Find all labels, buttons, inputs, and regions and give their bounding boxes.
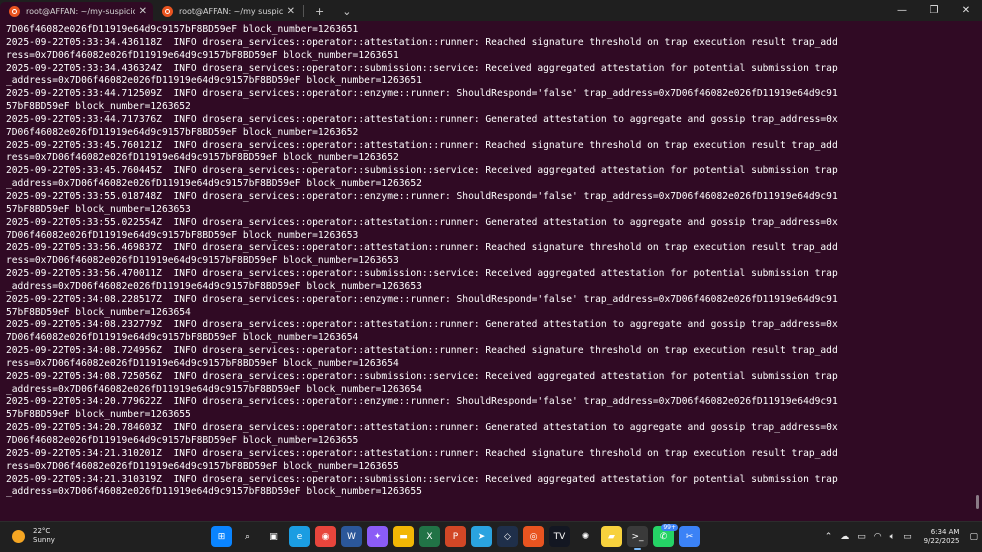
terminal-output[interactable]: 7D06f46082e026fD11919e64d9c9157bF8BD59eF… — [6, 24, 970, 520]
terminal-line: 2025-09-22T05:34:20.784603Z INFO drosera… — [6, 422, 838, 434]
excel-icon[interactable]: X — [419, 526, 440, 547]
terminal-line: _address=0x7D06f46082e026fD11919e64d9c91… — [6, 178, 422, 190]
terminal-line: 2025-09-22T05:33:34.436118Z INFO drosera… — [6, 36, 838, 48]
terminal-line: 2025-09-22T05:33:44.712509Z INFO drosera… — [6, 88, 838, 100]
terminal-line: _address=0x7D06f46082e026fD11919e64d9c91… — [6, 75, 422, 87]
start-icon[interactable]: ⊞ — [211, 526, 232, 547]
edge-icon[interactable]: e — [289, 526, 310, 547]
ubuntu-icon — [9, 6, 20, 17]
ubuntu-icon — [162, 6, 173, 17]
file-explorer-icon[interactable]: ▬ — [393, 526, 414, 547]
terminal-line: 2025-09-22T05:34:08.228517Z INFO drosera… — [6, 293, 838, 305]
system-tray: ⌃ ☁ ▭ ◠ 🔈︎ ▭ 6:34 AM 9/22/2025 ▢ — [821, 522, 982, 552]
tradingview-icon[interactable]: TV — [549, 526, 570, 547]
terminal-line: 2025-09-22T05:33:45.760121Z INFO drosera… — [6, 139, 838, 151]
chrome-icon[interactable]: ◉ — [315, 526, 336, 547]
terminal-line: _address=0x7D06f46082e026fD11919e64d9c91… — [6, 383, 422, 395]
terminal-line: ress=0x7D06f46082e026fD11919e64d9c9157bF… — [6, 460, 399, 472]
terminal-line: _address=0x7D06f46082e026fD11919e64d9c91… — [6, 486, 422, 498]
terminal-line: 7D06f46082e026fD11919e64d9c9157bF8BD59eF… — [6, 126, 359, 138]
tab-close-icon[interactable]: ✕ — [287, 6, 295, 17]
tab-title: root@AFFAN: ~/my suspiciou — [179, 7, 283, 16]
taskbar: 22°C Sunny ⊞ ⌕ ▣ e ◉ W ✦ ▬ X P ➤ ◇ ◎ TV ✺ ▰ >_ ✆ 99+ ✂ ⌃ ☁ … — [0, 521, 982, 552]
notifications-icon[interactable]: ▢ — [969, 532, 978, 542]
clock-date: 9/22/2025 — [923, 537, 960, 545]
clock[interactable]: 6:34 AM 9/22/2025 — [924, 528, 960, 546]
terminal-line: 57bF8BD59eF block_number=1263654 — [6, 306, 191, 318]
terminal-line: ress=0x7D06f46082e026fD11919e64d9c9157bF… — [6, 152, 399, 164]
tab-divider — [303, 5, 304, 17]
terminal-line: 2025-09-22T05:34:21.310319Z INFO drosera… — [6, 473, 838, 485]
tray-overflow-icon[interactable]: ⌃ — [825, 532, 833, 542]
terminal-line: 2025-09-22T05:33:45.760445Z INFO drosera… — [6, 165, 838, 177]
terminal-line: 57bF8BD59eF block_number=1263655 — [6, 409, 191, 421]
terminal-line: ress=0x7D06f46082e026fD11919e64d9c9157bF… — [6, 357, 399, 369]
snipping-tool-icon[interactable]: ✂ — [679, 526, 700, 547]
vscode-icon[interactable]: ◇ — [497, 526, 518, 547]
terminal-line: 7D06f46082e026fD11919e64d9c9157bF8BD59eF… — [6, 24, 359, 35]
weather-temperature: 22°C — [33, 527, 51, 535]
search-icon[interactable]: ⌕ — [237, 526, 258, 547]
terminal-line: 2025-09-22T05:33:34.436324Z INFO drosera… — [6, 62, 838, 74]
sticky-notes-icon[interactable]: ▰ — [601, 526, 622, 547]
tab-title: root@AFFAN: ~/my-suspiciou — [26, 7, 135, 16]
tab-close-icon[interactable]: ✕ — [139, 6, 147, 17]
maximize-button[interactable]: ❐ — [918, 0, 950, 21]
new-tab-button[interactable]: + — [306, 2, 333, 21]
powerpoint-icon[interactable]: P — [445, 526, 466, 547]
task-view-icon[interactable]: ▣ — [263, 526, 284, 547]
taskbar-apps: ⊞ ⌕ ▣ e ◉ W ✦ ▬ X P ➤ ◇ ◎ TV ✺ ▰ >_ ✆ 99+ ✂ — [211, 524, 700, 550]
terminal-line: _address=0x7D06f46082e026fD11919e64d9c91… — [6, 280, 422, 292]
telegram-icon[interactable]: ➤ — [471, 526, 492, 547]
cloud-icon[interactable]: ☁ — [840, 532, 849, 542]
terminal-line: 2025-09-22T05:33:56.469837Z INFO drosera… — [6, 242, 838, 254]
tab-terminal-1[interactable]: root@AFFAN: ~/my-suspiciou ✕ — [0, 2, 153, 21]
minimize-button[interactable]: — — [886, 0, 918, 21]
terminal-line: 2025-09-22T05:33:44.717376Z INFO drosera… — [6, 113, 838, 125]
terminal-line: 2025-09-22T05:33:56.470011Z INFO drosera… — [6, 268, 838, 280]
terminal-line: 2025-09-22T05:33:55.018748Z INFO drosera… — [6, 190, 838, 202]
tab-dropdown-button[interactable]: ⌄ — [333, 2, 360, 21]
terminal-line: 2025-09-22T05:34:08.724956Z INFO drosera… — [6, 345, 838, 357]
copilot-icon[interactable]: ✦ — [367, 526, 388, 547]
terminal-line: 2025-09-22T05:33:55.022554Z INFO drosera… — [6, 216, 838, 228]
weather-condition: Sunny — [33, 536, 55, 544]
word-icon[interactable]: W — [341, 526, 362, 547]
terminal-line: 7D06f46082e026fD11919e64d9c9157bF8BD59eF… — [6, 435, 359, 446]
terminal-line: 2025-09-22T05:34:08.232779Z INFO drosera… — [6, 319, 838, 331]
terminal-line: 57bF8BD59eF block_number=1263653 — [6, 203, 191, 215]
terminal-line: 2025-09-22T05:34:08.725056Z INFO drosera… — [6, 370, 838, 382]
terminal-line: 7D06f46082e026fD11919e64d9c9157bF8BD59eF… — [6, 229, 359, 241]
display-icon[interactable]: ▭ — [857, 532, 866, 542]
terminal-icon[interactable]: >_ — [627, 526, 648, 550]
sun-icon — [12, 529, 25, 543]
wifi-icon[interactable]: ◠ — [874, 532, 882, 542]
whatsapp-unread-badge: 99+ — [661, 524, 678, 531]
tab-bar: root@AFFAN: ~/my-suspiciou ✕ root@AFFAN:… — [0, 0, 982, 21]
whatsapp-icon[interactable]: ✆ 99+ — [653, 524, 678, 547]
clock-time: 6:34 AM — [930, 528, 960, 536]
terminal-line: 7D06f46082e026fD11919e64d9c9157bF8BD59eF… — [6, 332, 359, 344]
terminal-line: 57bF8BD59eF block_number=1263652 — [6, 101, 191, 113]
volume-icon[interactable]: 🔈︎ — [890, 532, 895, 542]
battery-icon[interactable]: ▭ — [903, 532, 912, 542]
terminal-line: ress=0x7D06f46082e026fD11919e64d9c9157bF… — [6, 49, 399, 61]
terminal-line: 2025-09-22T05:34:21.310201Z INFO drosera… — [6, 447, 838, 459]
tab-terminal-2[interactable]: root@AFFAN: ~/my suspiciou ✕ — [153, 2, 301, 21]
terminal-scrollbar[interactable] — [976, 495, 979, 509]
close-window-button[interactable]: ✕ — [950, 0, 982, 21]
chatgpt-icon[interactable]: ✺ — [575, 526, 596, 547]
ubuntu-icon[interactable]: ◎ — [523, 526, 544, 547]
window-controls: — ❐ ✕ — [886, 0, 982, 21]
terminal-line: ress=0x7D06f46082e026fD11919e64d9c9157bF… — [6, 255, 399, 267]
terminal-line: 2025-09-22T05:34:20.779622Z INFO drosera… — [6, 396, 838, 408]
weather-widget[interactable]: 22°C Sunny — [12, 527, 55, 545]
